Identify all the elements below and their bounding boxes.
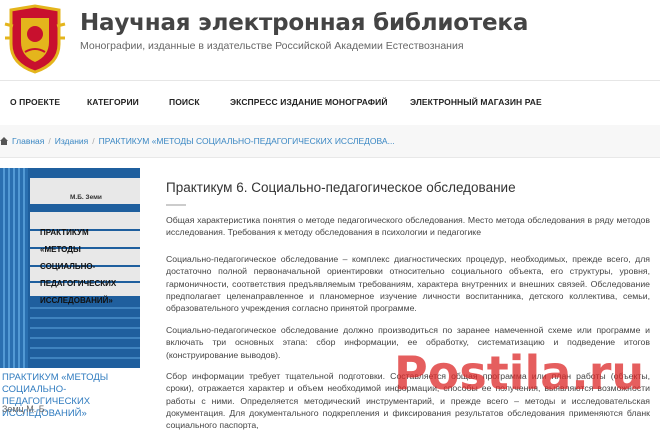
book-author: Земц М. Б. (2, 404, 48, 414)
nav-search[interactable]: ПОИСК (169, 97, 200, 107)
article-paragraph: Социально-педагогическое обследование – … (166, 254, 650, 314)
nav-categories[interactable]: КАТЕГОРИИ (87, 97, 139, 107)
cover-author: М.Б. Земи (70, 194, 102, 201)
nav-express-publication[interactable]: ЭКСПРЕСС ИЗДАНИЕ МОНОГРАФИЙ (230, 97, 388, 107)
page-title: Практикум 6. Социально-педагогическое об… (166, 180, 516, 195)
breadcrumb-section[interactable]: Издания (55, 136, 89, 146)
book-cover[interactable]: М.Б. Земи ПРАКТИКУМ «МЕТОДЫ СОЦИАЛЬНО- П… (0, 168, 140, 368)
cover-title-line: ПЕДАГОГИЧЕСКИХ (40, 279, 117, 288)
watermark-logo: Postila.ru (394, 346, 645, 400)
article-paragraph: Общая характеристика понятия о методе пе… (166, 215, 650, 238)
academy-emblem-logo[interactable] (3, 4, 67, 74)
nav-about[interactable]: О ПРОЕКТЕ (10, 97, 60, 107)
cover-title-line: «МЕТОДЫ (40, 245, 81, 254)
site-title[interactable]: Научная электронная библиотека (80, 10, 528, 36)
site-header: Научная электронная библиотека Монографи… (0, 0, 660, 80)
cover-title-line: ПРАКТИКУМ (40, 228, 89, 237)
home-icon (0, 137, 8, 145)
site-subtitle: Монографии, изданные в издательстве Росс… (80, 40, 464, 52)
nav-shop[interactable]: ЭЛЕКТРОННЫЙ МАГАЗИН РАЕ (410, 97, 542, 107)
cover-title-line: СОЦИАЛЬНО- (40, 262, 96, 271)
breadcrumb-home[interactable]: Главная (12, 136, 44, 146)
breadcrumb-bar: Главная / Издания / ПРАКТИКУМ «МЕТОДЫ СОЦИАЛ… (0, 125, 660, 158)
title-divider (166, 204, 186, 206)
breadcrumb: Главная / Издания / ПРАКТИКУМ «МЕТОДЫ СОЦИАЛ… (0, 136, 395, 146)
cover-title-line: ИССЛЕДОВАНИЙ» (40, 296, 113, 305)
breadcrumb-current[interactable]: ПРАКТИКУМ «МЕТОДЫ СОЦИАЛЬНО-ПЕДАГОГИЧЕСК… (99, 136, 395, 146)
main-navigation: О ПРОЕКТЕ КАТЕГОРИИ ПОИСК ЭКСПРЕСС ИЗДАН… (0, 80, 660, 127)
